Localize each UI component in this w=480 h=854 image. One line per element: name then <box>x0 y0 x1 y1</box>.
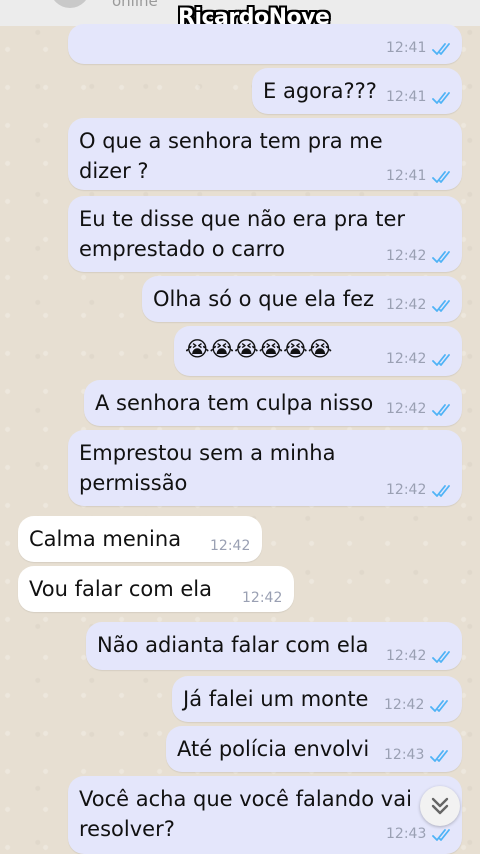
outgoing-message[interactable]: Olha só o que ela fez 12:42 <box>142 276 462 322</box>
message-time: 12:42 <box>384 697 425 713</box>
message-time: 12:41 <box>386 40 427 56</box>
message-time: 12:43 <box>384 747 425 763</box>
double-check-icon <box>432 43 450 55</box>
message-text: Calma menina <box>29 527 182 551</box>
message-text: A senhora tem culpa nisso <box>95 391 374 415</box>
incoming-message[interactable]: Vou falar com ela 12:42 <box>18 566 294 612</box>
outgoing-message[interactable]: E agora??? 12:41 <box>252 68 462 114</box>
double-check-icon <box>430 750 448 762</box>
message-text: O que a senhora tem pra me dizer ? <box>79 129 383 183</box>
message-time: 12:42 <box>386 401 427 417</box>
double-check-icon <box>432 171 450 183</box>
outgoing-message[interactable]: 12:41 <box>68 24 462 64</box>
message-time: 12:42 <box>386 648 427 664</box>
double-check-icon <box>430 700 448 712</box>
message-time: 12:42 <box>386 248 427 264</box>
chevron-double-down-icon <box>431 797 449 815</box>
outgoing-message[interactable]: Você acha que você falando vai resolver?… <box>68 776 462 854</box>
double-check-icon <box>432 354 450 366</box>
message-time: 12:42 <box>386 351 427 367</box>
outgoing-message[interactable]: 😭😭😭😭😭😭 12:42 <box>174 326 462 376</box>
avatar[interactable] <box>50 0 90 8</box>
double-check-icon <box>432 300 450 312</box>
message-text: Você acha que você falando vai resolver? <box>79 787 412 841</box>
message-time: 12:41 <box>386 89 427 105</box>
message-text: Eu te disse que não era pra ter empresta… <box>79 207 406 261</box>
message-time: 12:42 <box>386 297 427 313</box>
message-time: 12:43 <box>386 826 427 842</box>
incoming-message[interactable]: Calma menina 12:42 <box>18 516 262 562</box>
message-text: Vou falar com ela <box>29 577 212 601</box>
message-text: 😭😭😭😭😭😭 <box>185 337 333 361</box>
message-time: 12:41 <box>386 168 427 184</box>
double-check-icon <box>432 829 450 841</box>
outgoing-message[interactable]: O que a senhora tem pra me dizer ? 12:41 <box>68 118 462 190</box>
outgoing-message[interactable]: Já falei um monte 12:42 <box>172 676 462 722</box>
message-text: Já falei um monte <box>183 687 369 711</box>
message-time: 12:42 <box>242 590 283 606</box>
message-text: Até polícia envolvi <box>177 737 370 761</box>
double-check-icon <box>432 485 450 497</box>
outgoing-message[interactable]: Até polícia envolvi 12:43 <box>166 726 462 772</box>
outgoing-message[interactable]: Emprestou sem a minha permissão 12:42 <box>68 430 462 506</box>
scroll-down-button[interactable] <box>420 786 460 826</box>
double-check-icon <box>432 251 450 263</box>
outgoing-message[interactable]: Não adianta falar com ela 12:42 <box>86 622 462 670</box>
double-check-icon <box>432 404 450 416</box>
double-check-icon <box>432 651 450 663</box>
contact-status: online <box>112 0 158 10</box>
message-text: Olha só o que ela fez <box>153 287 375 311</box>
message-time: 12:42 <box>210 538 251 554</box>
double-check-icon <box>432 92 450 104</box>
message-text: Emprestou sem a minha permissão <box>79 441 336 495</box>
message-text: Não adianta falar com ela <box>97 633 369 657</box>
message-text: E agora??? <box>263 79 377 103</box>
message-time: 12:42 <box>386 482 427 498</box>
outgoing-message[interactable]: Eu te disse que não era pra ter empresta… <box>68 196 462 272</box>
outgoing-message[interactable]: A senhora tem culpa nisso 12:42 <box>84 380 462 426</box>
